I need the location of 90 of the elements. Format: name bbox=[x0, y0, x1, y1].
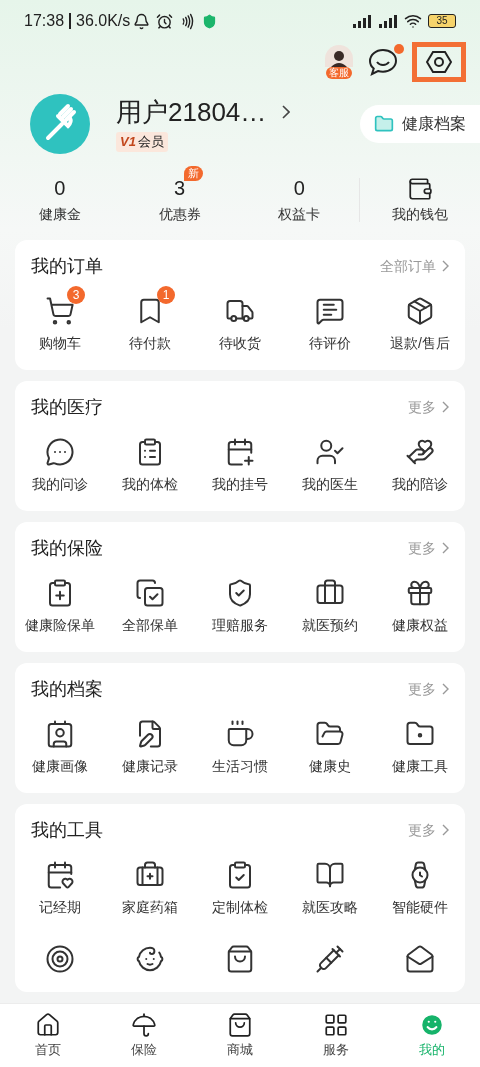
stat-value[interactable]: 0 bbox=[54, 176, 66, 199]
item-label[interactable]: 我的体检 bbox=[122, 475, 178, 493]
chat-icon[interactable] bbox=[45, 437, 75, 467]
doctor-icon[interactable] bbox=[315, 437, 345, 467]
item-label[interactable]: 记经期 bbox=[39, 898, 81, 916]
item-label[interactable]: 理赔服务 bbox=[212, 616, 268, 634]
folder-plus-icon bbox=[374, 114, 394, 134]
item-label[interactable]: 生活习惯 bbox=[212, 757, 268, 775]
item-label[interactable]: 健康史 bbox=[309, 757, 351, 775]
item-label[interactable]: 我的陪诊 bbox=[392, 475, 448, 493]
chevron-icon bbox=[282, 105, 291, 119]
umbrella-icon bbox=[131, 1011, 157, 1038]
bag-icon[interactable] bbox=[225, 944, 255, 974]
syringe-icon[interactable] bbox=[315, 944, 345, 974]
tab[interactable]: 首页 bbox=[0, 1004, 96, 1067]
gift-icon[interactable] bbox=[405, 578, 435, 608]
alarm-icon bbox=[156, 12, 174, 30]
calendar-plus-icon[interactable] bbox=[225, 437, 255, 467]
time: 17:38 bbox=[24, 11, 65, 31]
item-label[interactable]: 智能硬件 bbox=[392, 898, 448, 916]
item-label[interactable]: 就医预约 bbox=[302, 616, 358, 634]
health-record-button[interactable]: 健康档案 bbox=[360, 105, 480, 143]
stat-value[interactable]: 3 bbox=[174, 176, 186, 199]
profile-icon[interactable] bbox=[45, 719, 75, 749]
wallet-icon[interactable] bbox=[407, 175, 434, 202]
section-title: 我的工具 bbox=[31, 819, 103, 842]
bag-icon bbox=[227, 1011, 253, 1038]
chevron-icon bbox=[442, 401, 449, 413]
item-label[interactable]: 购物车 bbox=[39, 334, 81, 352]
tab[interactable]: 商城 bbox=[192, 1004, 288, 1067]
item-label[interactable]: 待评价 bbox=[309, 334, 351, 352]
chevron-icon bbox=[442, 260, 449, 272]
chevron-icon bbox=[442, 683, 449, 695]
item-label[interactable]: 我的问诊 bbox=[32, 475, 88, 493]
signal-icon bbox=[351, 14, 373, 28]
section-title: 我的医疗 bbox=[31, 396, 103, 419]
section-title: 我的订单 bbox=[31, 255, 103, 278]
new-badge: 新 bbox=[184, 165, 204, 181]
book-icon[interactable] bbox=[315, 860, 345, 890]
home-icon bbox=[35, 1011, 61, 1038]
tab[interactable]: 保险 bbox=[96, 1004, 192, 1067]
wifi-icon bbox=[404, 12, 422, 30]
envelope-icon[interactable] bbox=[405, 944, 435, 974]
network-speed: 36.0K/s bbox=[76, 11, 131, 31]
item-label[interactable]: 家庭药箱 bbox=[122, 898, 178, 916]
stat-label[interactable]: 健康金 bbox=[38, 203, 81, 225]
item-label[interactable]: 健康工具 bbox=[392, 757, 448, 775]
shield-icon bbox=[202, 13, 218, 29]
count-badge: 3 bbox=[67, 286, 85, 304]
settings-button[interactable] bbox=[412, 42, 466, 82]
tab[interactable]: 服务 bbox=[288, 1004, 384, 1067]
stat-label[interactable]: 优惠券 bbox=[158, 203, 201, 225]
item-label[interactable]: 退款/售后 bbox=[390, 334, 450, 352]
chat-icon[interactable] bbox=[368, 48, 398, 76]
item-label[interactable]: 我的挂号 bbox=[212, 475, 268, 493]
item-label[interactable]: 健康权益 bbox=[392, 616, 448, 634]
item-label[interactable]: 待收货 bbox=[219, 334, 261, 352]
cup-icon[interactable] bbox=[225, 719, 255, 749]
documents-check-icon[interactable] bbox=[135, 578, 165, 608]
settings-icon bbox=[426, 50, 452, 74]
section-title: 我的档案 bbox=[31, 678, 103, 701]
item-label[interactable]: 全部保单 bbox=[122, 616, 178, 634]
wallet-label[interactable]: 我的钱包 bbox=[392, 203, 449, 225]
user-name[interactable]: 用户21804… bbox=[116, 96, 267, 128]
grid-icon bbox=[323, 1011, 349, 1038]
message-icon[interactable] bbox=[315, 296, 345, 326]
item-label[interactable]: 健康记录 bbox=[122, 757, 178, 775]
package-icon[interactable] bbox=[405, 296, 435, 326]
support-badge: 客服 bbox=[326, 67, 352, 79]
count-badge: 1 bbox=[157, 286, 175, 304]
baby-face-icon[interactable] bbox=[135, 944, 165, 974]
calendar-heart-icon[interactable] bbox=[45, 860, 75, 890]
battery-icon: 35 bbox=[428, 14, 456, 28]
chevron-icon bbox=[442, 542, 449, 554]
item-label[interactable]: 我的医生 bbox=[302, 475, 358, 493]
item-label[interactable]: 健康画像 bbox=[32, 757, 88, 775]
hand-heart-icon[interactable] bbox=[405, 437, 435, 467]
chevron-icon bbox=[442, 824, 449, 836]
item-label[interactable]: 定制体检 bbox=[212, 898, 268, 916]
cart-icon[interactable] bbox=[45, 296, 75, 326]
item-label[interactable]: 待付款 bbox=[129, 334, 171, 352]
target-icon[interactable] bbox=[45, 944, 75, 974]
stat-label[interactable]: 权益卡 bbox=[278, 203, 321, 225]
stat-value[interactable]: 0 bbox=[293, 176, 305, 199]
section-title: 我的保险 bbox=[31, 537, 103, 560]
item-label[interactable]: 健康险保单 bbox=[25, 616, 95, 634]
signal-icon bbox=[377, 14, 399, 28]
avatar[interactable] bbox=[325, 45, 353, 67]
member-badge: V1 会员 bbox=[116, 132, 168, 152]
item-label[interactable]: 就医攻略 bbox=[302, 898, 358, 916]
